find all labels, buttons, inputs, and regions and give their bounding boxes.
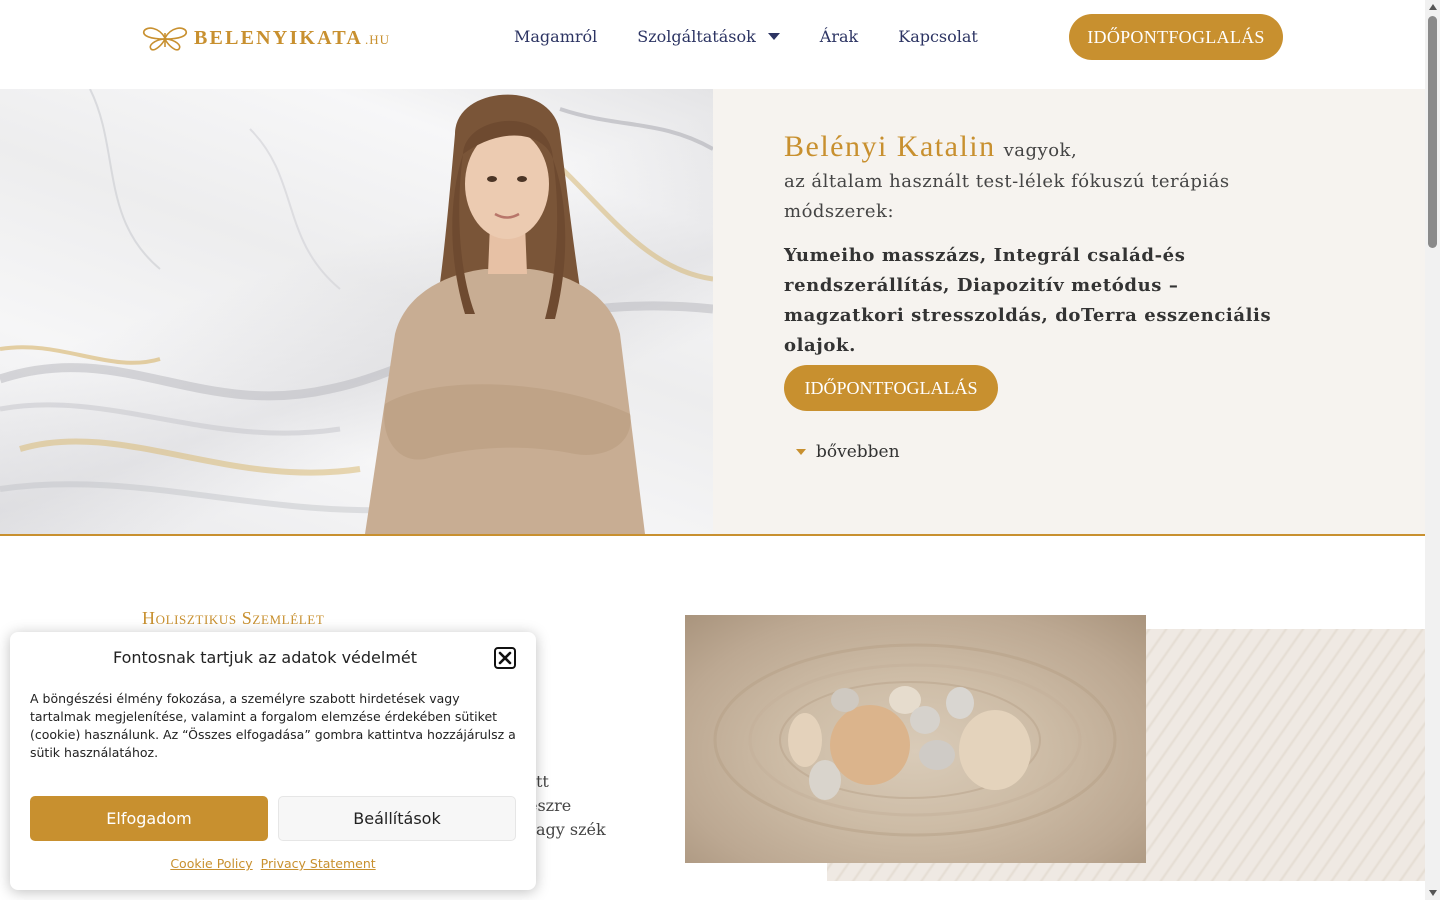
cookie-policy-link[interactable]: Cookie Policy	[170, 856, 252, 871]
nav-item-szolgaltatasok[interactable]: Szolgáltatások	[637, 27, 780, 46]
main-nav: Magamról Szolgáltatások Árak Kapcsolat	[514, 27, 1018, 46]
scroll-down-icon[interactable]	[1429, 890, 1437, 896]
scroll-up-icon[interactable]	[1429, 4, 1437, 10]
nav-item-label: Árak	[819, 27, 859, 46]
booking-button-hero[interactable]: IDŐPONTFOGLALÁS	[784, 365, 998, 411]
close-icon[interactable]	[494, 647, 516, 669]
cookie-consent-dialog: Fontosnak tartjuk az adatok védelmét A b…	[10, 632, 536, 890]
more-label: bővebben	[816, 442, 900, 462]
hero-name: Belényi Katalin	[784, 130, 996, 163]
section-text-line: észre	[528, 796, 572, 815]
logo-suffix: .HU	[365, 32, 391, 47]
caret-down-icon	[796, 449, 806, 455]
section-text: tt észre agy szék	[528, 770, 606, 842]
portrait-photo	[365, 94, 645, 534]
nav-item-label: Szolgáltatások	[637, 27, 756, 46]
nav-item-kapcsolat[interactable]: Kapcsolat	[898, 27, 978, 46]
nav-item-magamrol[interactable]: Magamról	[514, 27, 597, 46]
butterfly-icon	[142, 27, 188, 51]
chevron-down-icon	[767, 33, 780, 40]
section-title: Holisztikus Szemlélet	[142, 608, 325, 628]
hero-intro: az általam használt test-lélek fókuszú t…	[784, 171, 1230, 222]
nav-item-arak[interactable]: Árak	[820, 27, 858, 46]
hero-divider	[0, 534, 1425, 536]
more-toggle[interactable]: bővebben	[796, 442, 900, 462]
hero-methods: Yumeiho masszázs, Integrál család-és ren…	[784, 245, 1272, 356]
site-logo[interactable]: BELENYIKATA .HU	[142, 24, 390, 52]
hero-name-suffix: vagyok,	[1003, 140, 1078, 161]
cookie-settings-button[interactable]: Beállítások	[278, 796, 516, 841]
scroll-thumb[interactable]	[1428, 16, 1437, 248]
nav-item-label: Kapcsolat	[898, 27, 978, 46]
privacy-statement-link[interactable]: Privacy Statement	[261, 856, 376, 871]
scrollbar[interactable]	[1425, 0, 1440, 900]
booking-button-header[interactable]: IDŐPONTFOGLALÁS	[1069, 14, 1283, 60]
section-text-line: tt	[536, 772, 549, 791]
cookie-accept-button[interactable]: Elfogadom	[30, 796, 268, 841]
hero-image	[0, 89, 713, 534]
stones-image	[685, 615, 1146, 863]
logo-text: BELENYIKATA	[194, 26, 364, 49]
cookie-text: A böngészési élmény fokozása, a személyr…	[30, 691, 516, 760]
cookie-links: Cookie Policy Privacy Statement	[10, 856, 536, 871]
stones-illustration	[713, 643, 1117, 837]
site-header: BELENYIKATA .HU Magamról Szolgáltatások …	[0, 0, 1425, 89]
cookie-title: Fontosnak tartjuk az adatok védelmét	[112, 648, 418, 667]
section-text-line: agy szék	[536, 820, 606, 839]
hero-heading: Belényi Katalin vagyok,	[784, 130, 1077, 164]
nav-item-label: Magamról	[514, 27, 598, 46]
